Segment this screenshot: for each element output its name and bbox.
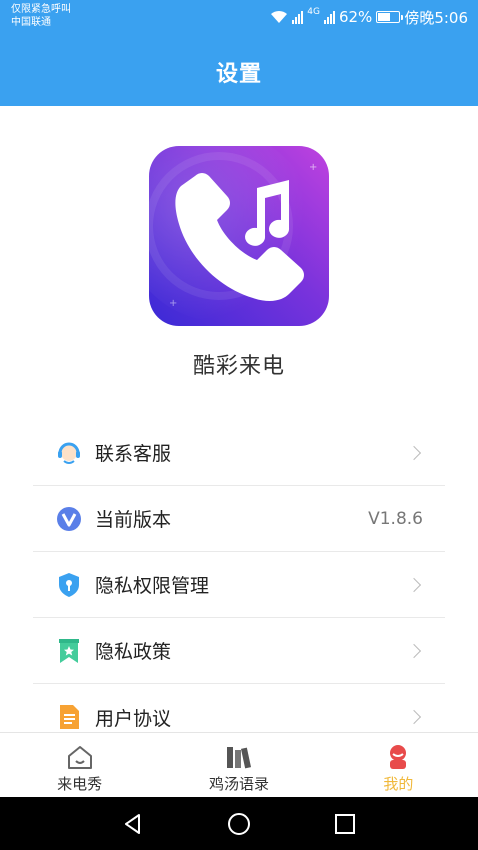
carrier-line-1: 仅限紧急呼叫	[11, 4, 71, 15]
clock: 傍晚5:06	[404, 8, 468, 27]
chevron-right-icon	[406, 709, 422, 725]
menu-item-privacy-permissions[interactable]: 隐私权限管理	[33, 552, 445, 618]
home-icon	[65, 743, 95, 771]
menu-label: 联系客服	[95, 443, 172, 465]
shield-lock-icon	[55, 571, 83, 599]
back-triangle-icon	[125, 813, 140, 834]
carrier-info: 仅限紧急呼叫 中国联通	[11, 3, 71, 29]
menu-label: 当前版本	[95, 509, 172, 531]
bookmark-star-icon	[55, 637, 83, 665]
menu-chevron	[406, 618, 423, 683]
menu-item-contact-support[interactable]: 联系客服	[33, 420, 445, 486]
signal-icon-1	[292, 10, 304, 24]
svg-text:+: +	[169, 298, 177, 309]
home-circle-icon	[228, 812, 250, 835]
tab-label: 来电秀	[57, 775, 103, 793]
network-type: 4G	[307, 7, 320, 17]
version-icon	[55, 505, 83, 533]
chevron-right-icon	[406, 643, 422, 658]
chevron-right-icon	[406, 577, 422, 592]
settings-menu: 联系客服 当前版本 V1.8.6 隐私权限管理 隐私政策 用户协议	[33, 420, 445, 750]
status-bar: 仅限紧急呼叫 中国联通 4G 62% 傍晚5:06	[0, 0, 478, 34]
version-text: V1.8.6	[368, 508, 423, 529]
back-button[interactable]	[119, 810, 147, 838]
menu-label: 用户协议	[95, 707, 172, 730]
menu-chevron	[406, 552, 423, 617]
tab-caller-show[interactable]: 来电秀	[0, 733, 159, 797]
document-icon	[55, 703, 83, 731]
status-icons: 4G 62% 傍晚5:06	[270, 7, 468, 27]
phone-music-icon: + +	[149, 146, 329, 326]
menu-chevron	[406, 420, 423, 485]
tab-label: 我的	[383, 775, 414, 793]
system-nav-bar	[0, 797, 478, 850]
top-bar: 仅限紧急呼叫 中国联通 4G 62% 傍晚5:06 设置	[0, 0, 478, 106]
menu-label: 隐私政策	[95, 641, 172, 663]
books-icon	[224, 743, 254, 771]
menu-item-current-version[interactable]: 当前版本 V1.8.6	[33, 486, 445, 552]
app-name: 酷彩来电	[192, 354, 285, 379]
app-logo: + +	[149, 146, 329, 326]
carrier-line-2: 中国联通	[11, 17, 51, 28]
recents-square-icon	[335, 813, 355, 834]
wifi-icon	[271, 10, 288, 23]
signal-icon-2	[323, 10, 335, 24]
menu-item-privacy-policy[interactable]: 隐私政策	[33, 618, 445, 684]
chevron-right-icon	[406, 445, 422, 460]
version-value: V1.8.6	[368, 486, 423, 551]
tab-label: 鸡汤语录	[208, 775, 269, 793]
bottom-tab-bar: 来电秀 鸡汤语录 我的	[0, 732, 478, 797]
customer-service-icon	[55, 439, 83, 467]
home-button[interactable]	[225, 810, 253, 838]
profile-icon	[383, 743, 413, 771]
battery-icon	[376, 11, 404, 23]
svg-text:+: +	[309, 162, 317, 173]
tab-quotes[interactable]: 鸡汤语录	[159, 733, 318, 797]
battery-percent: 62%	[338, 8, 373, 26]
recents-button[interactable]	[331, 810, 359, 838]
menu-label: 隐私权限管理	[95, 575, 210, 597]
tab-mine[interactable]: 我的	[319, 733, 478, 797]
page-title: 设置	[215, 62, 262, 87]
